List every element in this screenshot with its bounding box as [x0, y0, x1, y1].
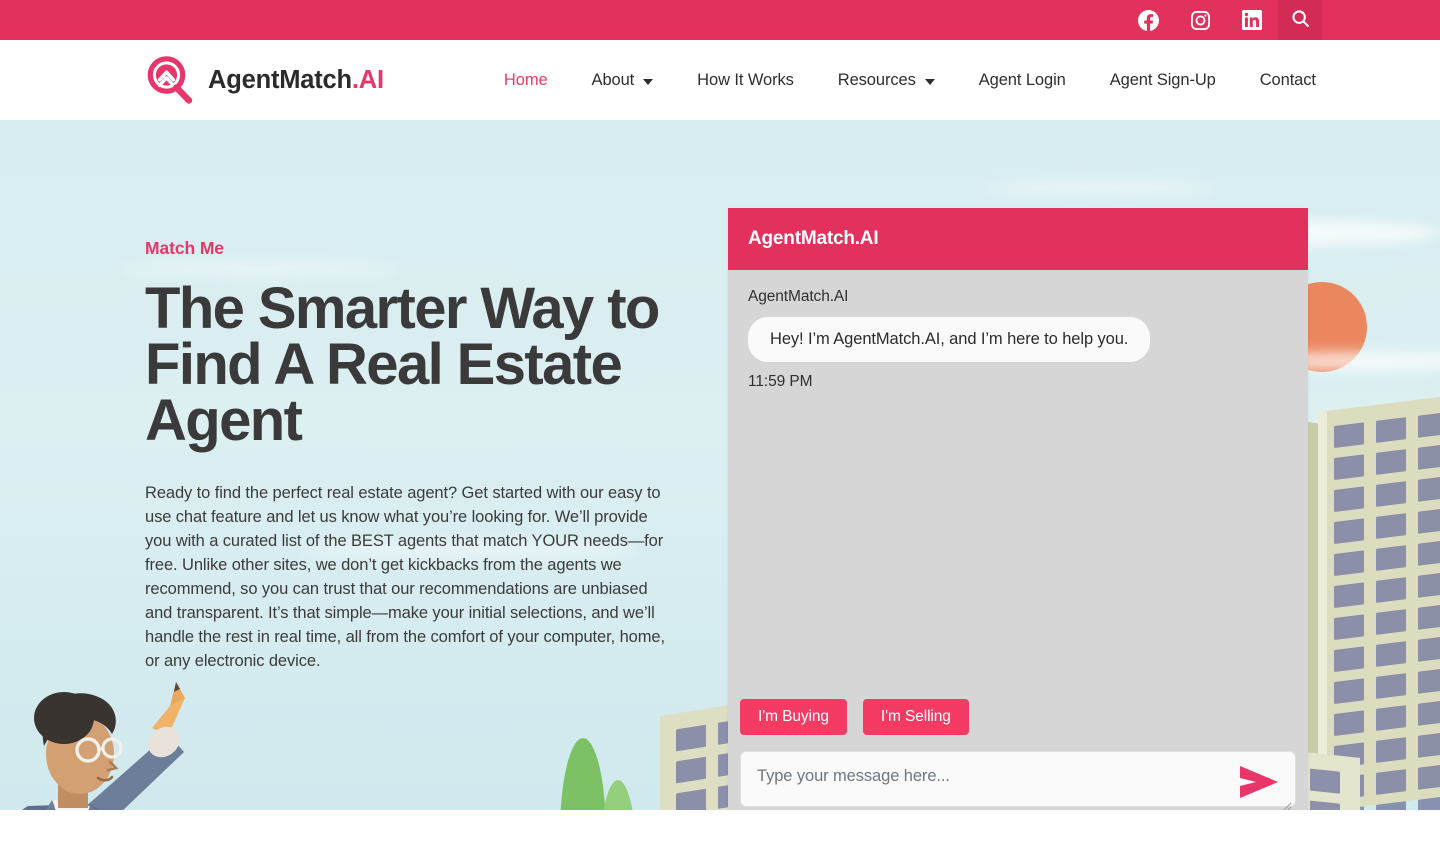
im-selling-button[interactable]: I'm Selling	[862, 699, 969, 735]
main-navigation: Home About How It Works Resources Agent …	[482, 71, 1338, 90]
search-icon	[1291, 9, 1310, 31]
nav-label: Home	[503, 70, 548, 89]
nav-item-contact[interactable]: Contact	[1238, 71, 1338, 90]
im-buying-button[interactable]: I'm Buying	[740, 699, 847, 735]
nav-item-agent-sign-up[interactable]: Agent Sign-Up	[1088, 71, 1238, 90]
chat-header: AgentMatch.AI	[728, 208, 1308, 270]
facebook-icon[interactable]	[1122, 0, 1174, 40]
brand-name: AgentMatch.AI	[208, 65, 384, 94]
nav-label: Agent Sign-Up	[1109, 70, 1216, 89]
nav-label: About	[591, 70, 635, 89]
nav-item-about[interactable]: About	[570, 71, 676, 90]
send-arrow-icon	[1236, 765, 1282, 805]
chat-widget: AgentMatch.AI AgentMatch.AI Hey! I’m Age…	[728, 208, 1308, 810]
nav-label: How It Works	[697, 70, 794, 89]
message-bubble: Hey! I’m AgentMatch.AI, and I’m here to …	[748, 317, 1151, 362]
site-header: AgentMatch.AI Home About How It Works Re…	[0, 40, 1440, 120]
chat-message-list: AgentMatch.AI Hey! I’m AgentMatch.AI, an…	[728, 270, 1308, 699]
chat-composer	[740, 751, 1296, 810]
send-button[interactable]	[1236, 762, 1282, 802]
social-links	[1122, 0, 1278, 40]
message-timestamp: 11:59 PM	[748, 373, 813, 390]
nav-item-home[interactable]: Home	[482, 71, 570, 90]
nav-item-resources[interactable]: Resources	[816, 71, 957, 90]
instagram-icon[interactable]	[1174, 0, 1226, 40]
hero-description: Ready to find the perfect real estate ag…	[145, 484, 665, 670]
chevron-down-icon	[643, 78, 654, 85]
search-button[interactable]	[1278, 0, 1322, 40]
page-title: The Smarter Way to Find A Real Estate Ag…	[145, 276, 660, 453]
nav-label: Contact	[1259, 70, 1316, 89]
top-utility-bar	[0, 0, 1440, 40]
hero-eyebrow: Match Me	[145, 238, 224, 258]
brand-logo-link[interactable]: AgentMatch.AI	[145, 54, 384, 106]
nav-item-how-it-works[interactable]: How It Works	[675, 71, 816, 90]
quick-reply-buttons: I'm Buying I'm Selling	[728, 699, 1308, 735]
nav-label: Agent Login	[978, 70, 1066, 89]
hero-section: Match Me The Smarter Way to Find A Real …	[0, 120, 1440, 810]
magnifier-chevron-logo-icon	[145, 54, 197, 106]
hero-copy: Match Me The Smarter Way to Find A Real …	[145, 238, 675, 673]
message-input[interactable]	[740, 751, 1296, 807]
chat-message: AgentMatch.AI Hey! I’m AgentMatch.AI, an…	[748, 288, 1288, 391]
nav-label: Resources	[837, 70, 916, 89]
chat-title: AgentMatch.AI	[748, 228, 879, 249]
linkedin-icon[interactable]	[1226, 0, 1278, 40]
nav-item-agent-login[interactable]: Agent Login	[957, 71, 1088, 90]
message-sender: AgentMatch.AI	[748, 288, 849, 305]
chevron-down-icon	[924, 78, 935, 85]
brand-accent: .AI	[351, 65, 384, 94]
